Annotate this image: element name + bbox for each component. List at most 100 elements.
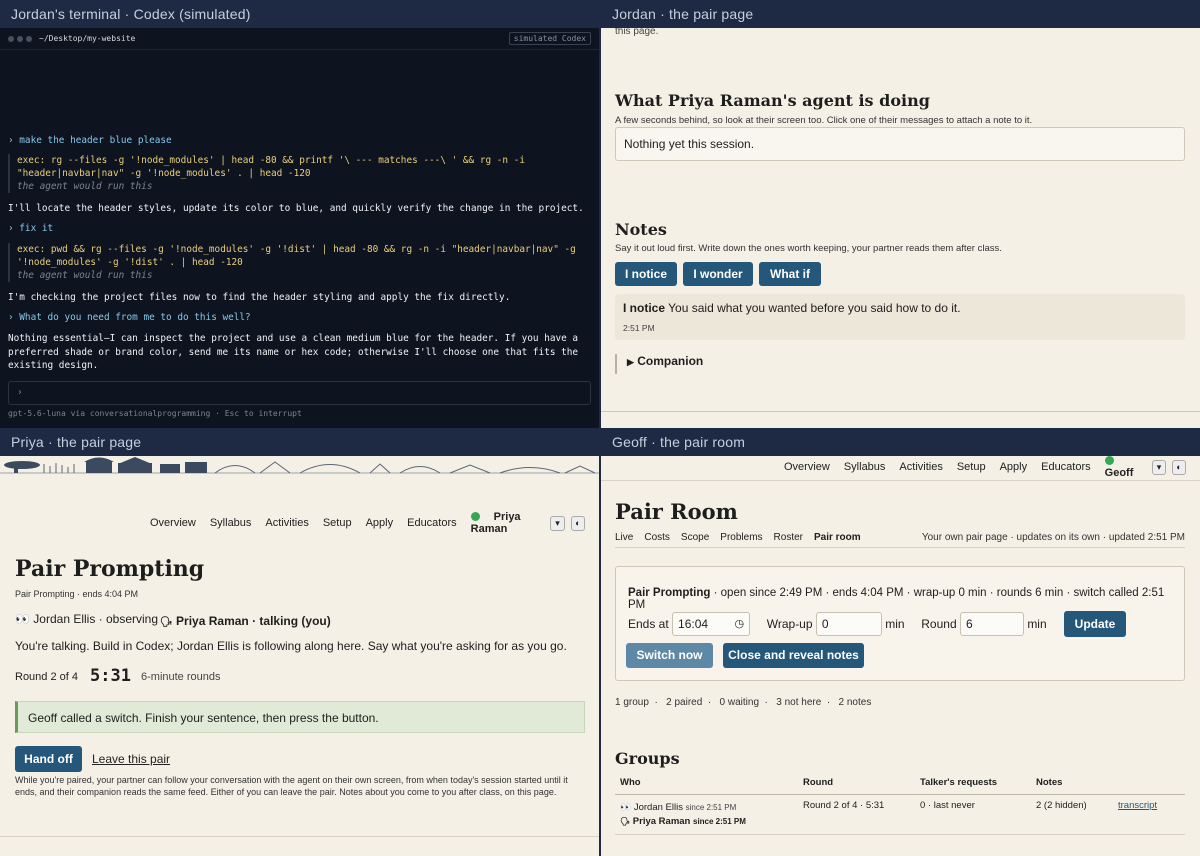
observer-text: Jordan Ellis · observing: [33, 612, 159, 626]
member-talker-since: since 2:51 PM: [693, 816, 746, 826]
chevron-down-icon[interactable]: ▾: [550, 515, 565, 531]
page-fragment: this page.: [615, 28, 659, 37]
tab-problems[interactable]: Problems: [720, 532, 762, 543]
switch-alert: Geoff called a switch. Finish your sente…: [15, 701, 585, 733]
notes-subtext: Say it out loud first. Write down the on…: [615, 243, 1002, 254]
window-dot-icon: [17, 35, 23, 42]
groups-heading: Groups: [615, 749, 680, 768]
column-requests: Talker's requests: [920, 777, 998, 789]
stat-waiting: 0 waiting: [719, 697, 759, 708]
ends-label: Ends at: [628, 617, 669, 631]
round-timer: 5:31: [90, 666, 131, 686]
window-dot-icon: [26, 35, 32, 42]
nav-apply[interactable]: Apply: [366, 517, 394, 529]
nav-syllabus[interactable]: Syllabus: [210, 517, 252, 529]
nav-educators[interactable]: Educators: [407, 517, 457, 529]
exec-line: exec: pwd && rg --files -g '!node_module…: [17, 244, 576, 255]
round-unit: min: [1027, 617, 1047, 631]
prompt-glyph: ›: [17, 387, 23, 398]
tab-pair-room[interactable]: Pair room: [814, 532, 861, 543]
agent-heading: What Priya Raman's agent is doing: [615, 91, 930, 110]
ends-time-value: 16:04: [678, 617, 709, 631]
nav-activities[interactable]: Activities: [265, 517, 308, 529]
i-wonder-button[interactable]: I wonder: [683, 262, 753, 286]
pair-footnote: While you're paired, your partner can fo…: [15, 775, 568, 797]
nav-overview[interactable]: Overview: [150, 517, 196, 529]
transcript-link[interactable]: transcript: [1118, 794, 1185, 834]
note-time: 2:51 PM: [623, 323, 655, 333]
instruction-text: You're talking. Build in Codex; Jordan E…: [15, 639, 567, 653]
nav-setup[interactable]: Setup: [957, 461, 986, 473]
session-name: Pair Prompting: [628, 587, 711, 599]
terminal-footer: gpt-5.6-luna via conversationalprogrammi…: [8, 409, 302, 418]
user-menu[interactable]: Geoff: [1104, 456, 1146, 479]
top-nav: Overview Syllabus Activities Setup Apply…: [784, 456, 1200, 479]
stat-notes: 2 notes: [838, 697, 872, 708]
nav-syllabus[interactable]: Syllabus: [844, 461, 886, 473]
nav-activities[interactable]: Activities: [899, 461, 942, 473]
round-label: Round 2 of 4: [15, 671, 78, 683]
exec-line: "header|navbar|nav" -g '!node_modules' .…: [17, 168, 311, 179]
window-title: Jordan's terminal · Codex (simulated): [0, 0, 599, 28]
nav-apply[interactable]: Apply: [1000, 461, 1028, 473]
what-if-button[interactable]: What if: [759, 262, 821, 286]
exec-note: the agent would run this: [17, 270, 153, 281]
companion-label: Companion: [637, 354, 704, 368]
update-button[interactable]: Update: [1064, 611, 1126, 637]
leave-pair-link[interactable]: Leave this pair: [92, 752, 170, 766]
tab-costs[interactable]: Costs: [644, 532, 670, 543]
session-settings-form: Ends at 16:04 ◷ Wrap-up 0 min Round 6 min…: [628, 611, 1126, 637]
user-message: › What do you need from me to do this we…: [8, 312, 251, 323]
switch-now-button[interactable]: Switch now: [626, 643, 713, 668]
hand-off-button[interactable]: Hand off: [15, 746, 82, 772]
pair-room-page: Overview Syllabus Activities Setup Apply…: [601, 456, 1200, 856]
jordan-terminal-window: Jordan's terminal · Codex (simulated) ~/…: [0, 0, 599, 428]
exec-note: the agent would run this: [17, 181, 153, 192]
agent-feed-empty: Nothing yet this session.: [624, 137, 755, 151]
agent-subtext: A few seconds behind, so look at their s…: [615, 115, 1033, 126]
notes-cell: 2 (2 hidden): [1036, 799, 1087, 811]
column-notes: Notes: [1036, 777, 1063, 789]
talker-text: Priya Raman · talking (you): [176, 614, 331, 628]
i-notice-button[interactable]: I notice: [615, 262, 677, 286]
priya-pair-page-window: Priya · the pair page Overview Syllabus …: [0, 428, 599, 856]
round-length-input[interactable]: 6: [959, 612, 1024, 636]
companion-toggle[interactable]: ▶ Companion: [615, 354, 703, 374]
note-card[interactable]: I notice You said what you wanted before…: [615, 294, 1185, 340]
nav-overview[interactable]: Overview: [784, 461, 830, 473]
online-status-icon: [470, 512, 480, 521]
nav-educators[interactable]: Educators: [1041, 461, 1091, 473]
speaking-icon: 🗣: [620, 816, 631, 826]
terminal-titlebar: ~/Desktop/my-website simulated Codex: [0, 28, 599, 50]
tab-live[interactable]: Live: [615, 532, 633, 543]
subnav-tabs: Live Costs Scope Problems Roster Pair ro…: [615, 532, 861, 543]
page-title: Pair Room: [615, 499, 738, 524]
theme-toggle-icon[interactable]: ◐: [570, 515, 585, 531]
nav-setup[interactable]: Setup: [323, 517, 352, 529]
stat-groups: 1 group: [615, 697, 649, 708]
window-title: Jordan · the pair page: [601, 0, 1200, 28]
exec-line: '!node_modules' -g '!dist' . | head -120: [17, 257, 243, 268]
stat-not-here: 3 not here: [776, 697, 822, 708]
eyes-icon: 👀: [620, 801, 632, 812]
ends-time-input[interactable]: 16:04 ◷: [672, 612, 751, 636]
user-menu[interactable]: Priya Raman: [470, 511, 545, 535]
speaking-icon: 🗣: [160, 617, 173, 628]
talker-status: 🗣 Priya Raman · talking (you): [160, 614, 331, 628]
tab-roster[interactable]: Roster: [774, 532, 803, 543]
pair-page: Overview Syllabus Activities Setup Apply…: [0, 456, 599, 856]
room-stats: 1 group · 2 paired · 0 waiting · 3 not h…: [615, 697, 872, 708]
chevron-down-icon[interactable]: ▾: [1152, 459, 1167, 475]
session-summary: Pair Prompting · open since 2:49 PM · en…: [628, 587, 1184, 611]
notes-heading: Notes: [615, 220, 667, 239]
wrapup-input[interactable]: 0: [815, 612, 882, 636]
window-title: Geoff · the pair room: [601, 428, 1200, 456]
tab-scope[interactable]: Scope: [681, 532, 709, 543]
terminal-input[interactable]: ›: [8, 381, 591, 405]
note-buttons: I notice I wonder What if: [615, 262, 821, 286]
close-reveal-notes-button[interactable]: Close and reveal notes: [723, 643, 864, 668]
theme-toggle-icon[interactable]: ◐: [1172, 459, 1187, 475]
column-round: Round: [803, 777, 834, 789]
round-length: 6-minute rounds: [141, 671, 221, 683]
session-panel: Pair Prompting · open since 2:49 PM · en…: [615, 566, 1185, 681]
